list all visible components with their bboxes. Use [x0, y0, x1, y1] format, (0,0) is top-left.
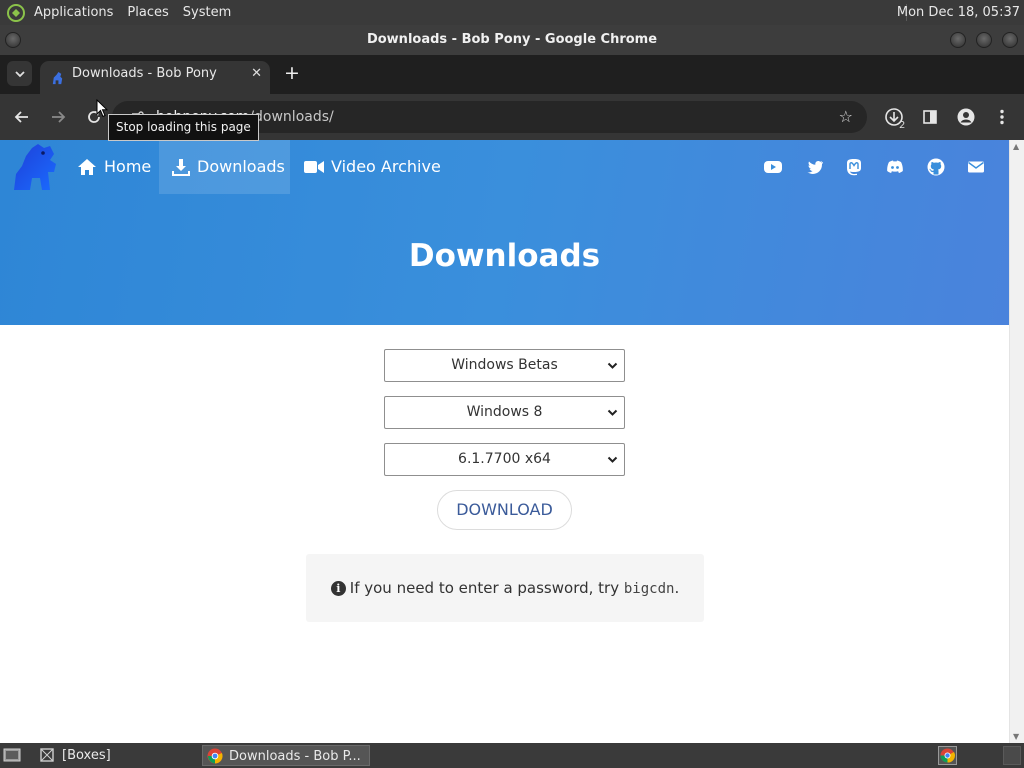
browser-tab[interactable]: Downloads - Bob Pony ✕	[40, 61, 270, 94]
tray-chrome-icon[interactable]	[938, 746, 957, 765]
bookmark-star-icon[interactable]: ☆	[839, 101, 853, 133]
nav-downloads-link[interactable]: Downloads	[159, 140, 290, 194]
chrome-icon	[207, 748, 223, 764]
bobpony-favicon-icon	[52, 71, 63, 85]
taskbar-item-boxes[interactable]: [Boxes]	[36, 745, 196, 766]
nav-downloads-label: Downloads	[197, 157, 285, 176]
info-icon: i	[330, 581, 346, 596]
github-icon[interactable]	[927, 158, 945, 176]
build-select[interactable]: 6.1.7700 x64	[384, 443, 625, 476]
category-select-value: Windows Betas	[451, 357, 558, 373]
tab-close-icon[interactable]: ✕	[251, 61, 262, 86]
mastodon-icon[interactable]	[845, 158, 863, 176]
discord-icon[interactable]	[886, 158, 904, 176]
video-icon	[304, 161, 324, 173]
show-desktop-icon[interactable]	[3, 747, 21, 764]
taskbar-chrome-label: Downloads - Bob P...	[229, 749, 361, 764]
product-select-value: Windows 8	[466, 404, 543, 420]
bobpony-logo-icon[interactable]	[10, 142, 62, 194]
nav-video-archive-label: Video Archive	[331, 157, 441, 176]
top-panel: Applications Places System Mon Dec 18, 0…	[0, 0, 1024, 25]
scroll-up-icon[interactable]: ▲	[1013, 142, 1019, 151]
notice-suffix: .	[674, 579, 680, 597]
chevron-down-icon	[607, 362, 618, 369]
email-icon[interactable]	[967, 158, 985, 176]
category-select[interactable]: Windows Betas	[384, 349, 625, 382]
chevron-down-icon	[14, 71, 25, 78]
password-notice: i If you need to enter a password, try bi…	[306, 554, 704, 622]
downloads-button[interactable]: 2	[882, 105, 906, 131]
window-titlebar[interactable]: Downloads - Bob Pony - Google Chrome	[0, 25, 1024, 55]
side-panel-icon	[923, 110, 937, 124]
window-title: Downloads - Bob Pony - Google Chrome	[366, 32, 658, 47]
bottom-taskbar: [Boxes] Downloads - Bob P...	[0, 743, 1024, 768]
taskbar-item-chrome[interactable]: Downloads - Bob P...	[202, 745, 370, 766]
back-button[interactable]	[10, 105, 34, 129]
profile-button[interactable]	[954, 105, 978, 129]
downloads-count-badge: 2	[899, 120, 906, 131]
tab-strip: Downloads - Bob Pony ✕ +	[0, 55, 1024, 94]
minimize-button[interactable]	[950, 32, 966, 48]
site-header: Home Downloads Video Archive Downloads	[0, 140, 1009, 325]
window-menu-button[interactable]	[5, 32, 21, 48]
home-icon	[78, 159, 96, 175]
youtube-icon[interactable]	[764, 158, 782, 176]
tab-search-button[interactable]	[7, 61, 32, 86]
tab-title: Downloads - Bob Pony	[72, 66, 217, 81]
twitter-icon[interactable]	[806, 158, 824, 176]
side-panel-button[interactable]	[918, 105, 942, 129]
mouse-cursor-icon	[96, 99, 108, 118]
boxes-window-icon	[40, 748, 54, 762]
site-navbar: Home Downloads Video Archive	[0, 140, 1009, 194]
url-path: /downloads/	[249, 109, 334, 125]
taskbar-boxes-label: [Boxes]	[62, 748, 111, 763]
build-select-value: 6.1.7700 x64	[458, 451, 551, 467]
menu-applications[interactable]: Applications	[27, 0, 120, 25]
password-code: bigcdn	[623, 581, 675, 597]
kebab-menu-icon	[1000, 109, 1004, 125]
close-window-button[interactable]	[1002, 32, 1018, 48]
workspace-switcher[interactable]	[1003, 746, 1021, 765]
page-scrollbar[interactable]: ▲ ▼	[1009, 140, 1024, 743]
arrow-left-icon	[14, 111, 28, 123]
scroll-down-icon[interactable]: ▼	[1013, 732, 1019, 741]
profile-avatar-icon	[957, 108, 975, 126]
menu-places[interactable]: Places	[120, 0, 175, 25]
page-viewport: Home Downloads Video Archive Downloads W…	[0, 140, 1024, 743]
page-title: Downloads	[408, 238, 601, 274]
download-icon	[172, 159, 190, 176]
nav-home-link[interactable]: Home	[64, 140, 164, 194]
distro-logo-icon[interactable]	[6, 3, 26, 23]
notice-text: If you need to enter a password, try	[349, 579, 624, 597]
product-select[interactable]: Windows 8	[384, 396, 625, 429]
maximize-button[interactable]	[976, 32, 992, 48]
arrow-right-icon	[52, 111, 66, 123]
new-tab-button[interactable]: +	[282, 61, 302, 86]
menu-system[interactable]: System	[176, 0, 238, 25]
panel-clock[interactable]: Mon Dec 18, 05:37	[897, 0, 1020, 25]
download-button[interactable]: DOWNLOAD	[437, 490, 572, 530]
chrome-menu-button[interactable]	[990, 105, 1014, 129]
nav-video-archive-link[interactable]: Video Archive	[291, 140, 454, 194]
chevron-down-icon	[607, 409, 618, 416]
nav-home-label: Home	[104, 157, 152, 176]
stop-loading-tooltip: Stop loading this page	[108, 114, 259, 141]
forward-button[interactable]	[46, 105, 70, 129]
chevron-down-icon	[607, 456, 618, 463]
panel-menu: Applications Places System	[0, 0, 238, 25]
